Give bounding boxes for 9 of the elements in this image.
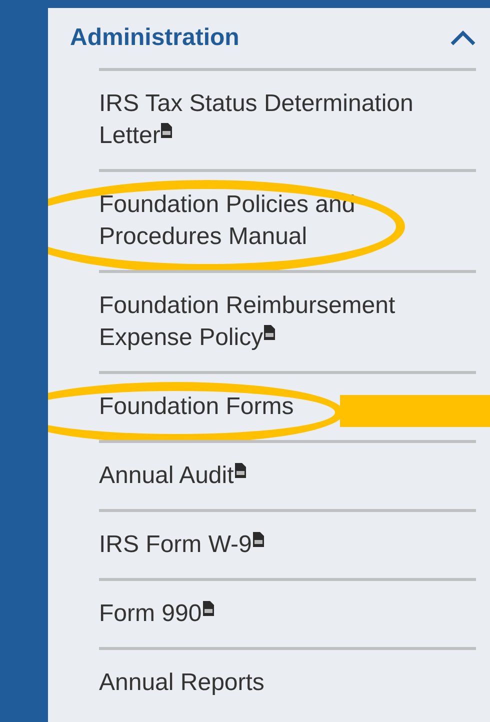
menu-link[interactable]: Foundation Forms [99,391,294,423]
menu-link[interactable]: Annual Audit [99,460,247,492]
menu-link[interactable]: Foundation Reimbursement Expense Policy [99,290,476,354]
menu-link[interactable]: IRS Tax Status Determination Letter [99,88,476,152]
menu-link[interactable]: Form 990 [99,598,215,630]
menu-link[interactable]: IRS Form W-9 [99,529,265,561]
menu-link[interactable]: Annual Reports [99,667,264,699]
section-title[interactable]: Administration [70,20,240,56]
chevron-up-icon[interactable] [450,30,476,46]
